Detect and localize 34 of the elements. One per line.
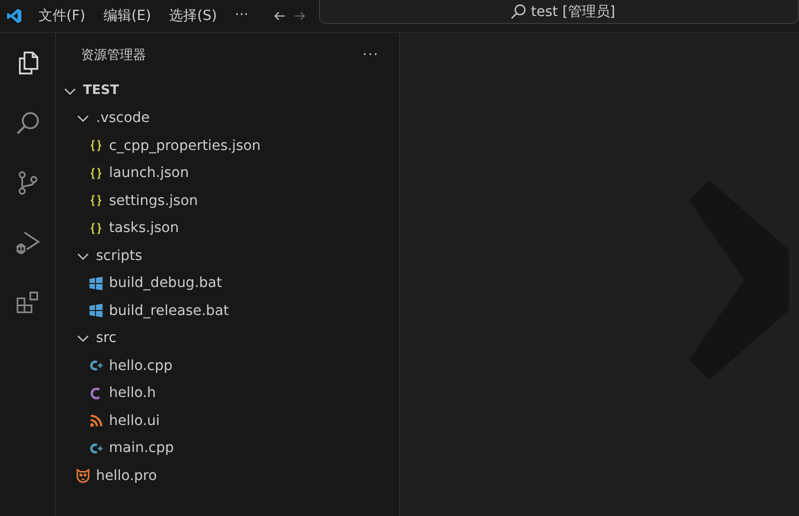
sidebar-title: 资源管理器: [81, 47, 146, 64]
file-name[interactable]: build_release.bat: [109, 302, 229, 319]
braces-icon: [88, 139, 104, 152]
braces-icon: [88, 194, 104, 208]
file-name[interactable]: hello.cpp: [109, 358, 173, 374]
search-icon[interactable]: [14, 109, 42, 137]
file-name[interactable]: build_debug.bat: [109, 275, 222, 292]
more-actions-button[interactable]: ···: [362, 47, 379, 63]
file-name[interactable]: c_cpp_properties.json: [109, 138, 261, 154]
menu-item[interactable]: 选择(S): [169, 7, 217, 25]
rss-icon: [88, 414, 104, 428]
folder-name[interactable]: scripts: [96, 248, 142, 264]
search-icon: [510, 3, 527, 20]
command-center-field[interactable]: test [管理员]: [319, 0, 799, 24]
braces-icon: [88, 222, 104, 235]
folder-name[interactable]: src: [96, 330, 116, 346]
file-name[interactable]: hello.pro: [96, 468, 157, 484]
folder-name[interactable]: .vscode: [96, 110, 150, 126]
file-name[interactable]: main.cpp: [109, 440, 174, 456]
cpp-icon: [88, 358, 104, 374]
file-name[interactable]: hello.h: [109, 385, 156, 402]
menu-item[interactable]: ···: [234, 7, 248, 25]
windows-icon: [88, 303, 104, 318]
file-name[interactable]: launch.json: [109, 165, 189, 182]
windows-icon: [88, 276, 104, 291]
menu-item[interactable]: 文件(F): [38, 7, 86, 25]
play-bug-icon[interactable]: [14, 229, 42, 257]
cpp-icon: [88, 440, 104, 456]
file-name[interactable]: tasks.json: [109, 220, 179, 236]
braces-icon: [88, 166, 104, 180]
folder-name[interactable]: TEST: [83, 83, 119, 98]
file-name[interactable]: settings.json: [109, 192, 198, 209]
file-name[interactable]: hello.ui: [109, 412, 160, 429]
menu-item[interactable]: 编辑(E): [103, 7, 152, 25]
